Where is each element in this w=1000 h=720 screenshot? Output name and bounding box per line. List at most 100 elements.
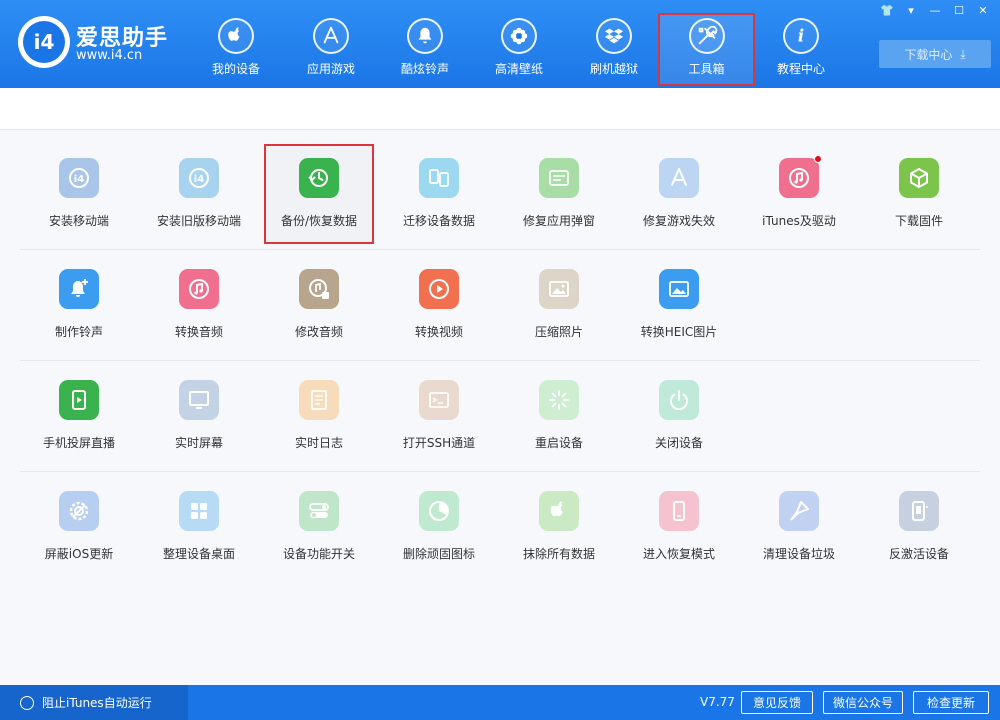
tool-item[interactable]: 实时屏幕 [144, 366, 254, 466]
tool-item[interactable]: 转换HEIC图片 [624, 255, 734, 355]
music-icon [179, 269, 219, 309]
tool-item[interactable]: iTunes及驱动 [744, 144, 854, 244]
tool-item[interactable]: 抹除所有数据 [504, 477, 614, 577]
tool-label: 打开SSH通道 [402, 436, 476, 450]
nav-item[interactable]: 应用游戏 [286, 14, 376, 80]
tool-item[interactable]: 手机投屏直播 [24, 366, 134, 466]
check-update-button[interactable]: 检查更新 [913, 691, 989, 714]
nav-item-label: 刷机越狱 [589, 62, 638, 76]
broom-icon [779, 491, 819, 531]
log-icon [299, 380, 339, 420]
feedback-button[interactable]: 意见反馈 [741, 691, 813, 714]
version-label: V7.77 [700, 695, 735, 709]
tool-label: 转换音频 [174, 325, 223, 339]
tool-item[interactable]: 修复应用弹窗 [504, 144, 614, 244]
tool-label: iTunes及驱动 [762, 214, 836, 228]
tool-label: 安装旧版移动端 [156, 214, 241, 228]
heic-icon [659, 269, 699, 309]
close-icon[interactable]: ✕ [974, 2, 992, 18]
nav-item-label: 高清壁纸 [494, 62, 543, 76]
tool-label: 备份/恢复数据 [280, 214, 358, 228]
app-store-icon [313, 18, 349, 54]
apple-icon [539, 491, 579, 531]
tool-item[interactable]: 关闭设备 [624, 366, 734, 466]
nav-item[interactable]: 刷机越狱 [569, 14, 659, 80]
tool-item[interactable]: 转换视频 [384, 255, 494, 355]
skin-icon[interactable]: 👕 [878, 2, 896, 18]
tool-label: 反激活设备 [888, 547, 949, 561]
tools-icon [688, 18, 725, 54]
minimize-icon[interactable]: — [926, 2, 944, 18]
transfer-icon [419, 158, 459, 198]
nav-item[interactable]: i 教程中心 [756, 14, 846, 80]
toggle-icon [299, 491, 339, 531]
radio-icon[interactable] [20, 695, 34, 710]
phone-off-icon [899, 491, 939, 531]
wechat-button[interactable]: 微信公众号 [823, 691, 903, 714]
photo-icon [539, 269, 579, 309]
tool-item[interactable]: 实时日志 [264, 366, 374, 466]
tool-item[interactable]: 屏蔽iOS更新 [24, 477, 134, 577]
toolbox-panel: i4 安装移动端 i4 安装旧版移动端 备份/恢复数据 迁移设备数据 修复应用弹窗 修复游戏失… [0, 130, 1000, 685]
tool-label: 下载固件 [894, 214, 943, 228]
sub-toolbar [0, 88, 1000, 130]
tool-item[interactable]: 转换音频 [144, 255, 254, 355]
tool-item[interactable]: 压缩照片 [504, 255, 614, 355]
tool-label: 关闭设备 [654, 436, 703, 450]
tool-item[interactable]: 修复游戏失效 [624, 144, 734, 244]
nav-item[interactable]: 工具箱 [658, 13, 755, 86]
block-itunes-label: 阻止iTunes自动运行 [42, 696, 152, 710]
nav-item-label: 酷炫铃声 [400, 62, 449, 76]
tool-item[interactable]: 备份/恢复数据 [264, 144, 374, 244]
download-center-button[interactable]: 下载中心 ⤓ [879, 40, 991, 68]
i4-icon: i4 [179, 158, 219, 198]
power-icon [659, 380, 699, 420]
nav-item-label: 工具箱 [688, 62, 725, 76]
tool-item[interactable]: 打开SSH通道 [384, 366, 494, 466]
tool-label: 进入恢复模式 [642, 547, 715, 561]
nav-item[interactable]: 我的设备 [191, 14, 281, 80]
tool-item[interactable]: 进入恢复模式 [624, 477, 734, 577]
maximize-icon[interactable]: ☐ [950, 2, 968, 18]
tool-label: 整理设备桌面 [162, 547, 235, 561]
restart-icon [539, 380, 579, 420]
tool-label: 重启设备 [534, 436, 583, 450]
tool-label: 迁移设备数据 [402, 214, 475, 228]
tool-item[interactable]: 删除顽固图标 [384, 477, 494, 577]
tool-item[interactable]: 下载固件 [864, 144, 974, 244]
monitor-icon [179, 380, 219, 420]
nav-item-label: 我的设备 [211, 62, 260, 76]
row-divider [20, 471, 980, 472]
screen-cast-icon [59, 380, 99, 420]
tool-label: 屏蔽iOS更新 [44, 547, 114, 561]
gear-block-icon [59, 491, 99, 531]
tool-item[interactable]: i4 安装移动端 [24, 144, 134, 244]
dropdown-menu-icon[interactable]: ▾ [902, 2, 920, 18]
tool-label: 修改音频 [294, 325, 343, 339]
tool-item[interactable]: i4 安装旧版移动端 [144, 144, 254, 244]
tool-item[interactable]: 清理设备垃圾 [744, 477, 854, 577]
tool-item[interactable]: 修改音频 [264, 255, 374, 355]
nav-item[interactable]: 酷炫铃声 [380, 14, 470, 80]
tool-item[interactable]: 制作铃声 [24, 255, 134, 355]
brand-url: www.i4.cn [76, 48, 143, 63]
tool-label: 清理设备垃圾 [762, 547, 835, 561]
tool-item[interactable]: 迁移设备数据 [384, 144, 494, 244]
music-edit-icon [299, 269, 339, 309]
apple-id-icon [539, 158, 579, 198]
block-itunes-toggle[interactable]: 阻止iTunes自动运行 [0, 685, 188, 720]
tool-item[interactable]: 设备功能开关 [264, 477, 374, 577]
tool-item[interactable]: 反激活设备 [864, 477, 974, 577]
tool-label: 删除顽固图标 [402, 547, 475, 561]
backup-clock-icon [299, 158, 339, 198]
svg-text:i: i [798, 27, 804, 46]
tool-label: 手机投屏直播 [42, 436, 115, 450]
tool-item[interactable]: 重启设备 [504, 366, 614, 466]
i4-logo: i4 [18, 16, 70, 68]
window-controls: 👕 ▾ — ☐ ✕ [878, 2, 992, 18]
nav-item[interactable]: 高清壁纸 [474, 14, 564, 80]
tool-item[interactable]: 整理设备桌面 [144, 477, 254, 577]
row-divider [20, 360, 980, 361]
itunes-icon [779, 155, 822, 198]
tool-label: 转换视频 [414, 325, 463, 339]
